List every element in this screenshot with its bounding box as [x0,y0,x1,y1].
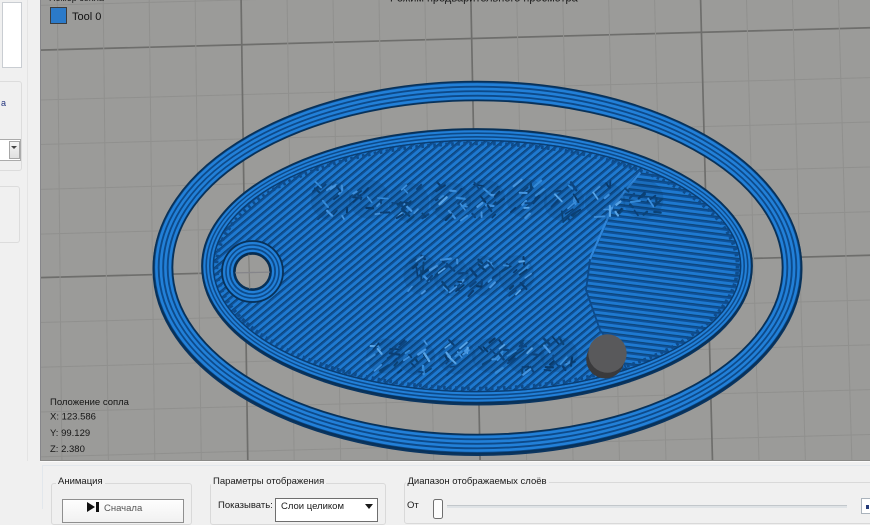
svg-text:Положение сопла: Положение сопла [50,397,130,408]
svg-text:Tool 0: Tool 0 [72,11,101,23]
svg-text:Номер сопла: Номер сопла [49,0,104,3]
svg-text:Режим предварительного просмот: Режим предварительного просмотра [390,0,579,4]
svg-text:Z: 2.380: Z: 2.380 [50,444,85,455]
svg-text:X: 123.586: X: 123.586 [50,412,96,423]
svg-text:Y: 99.129: Y: 99.129 [50,428,90,439]
